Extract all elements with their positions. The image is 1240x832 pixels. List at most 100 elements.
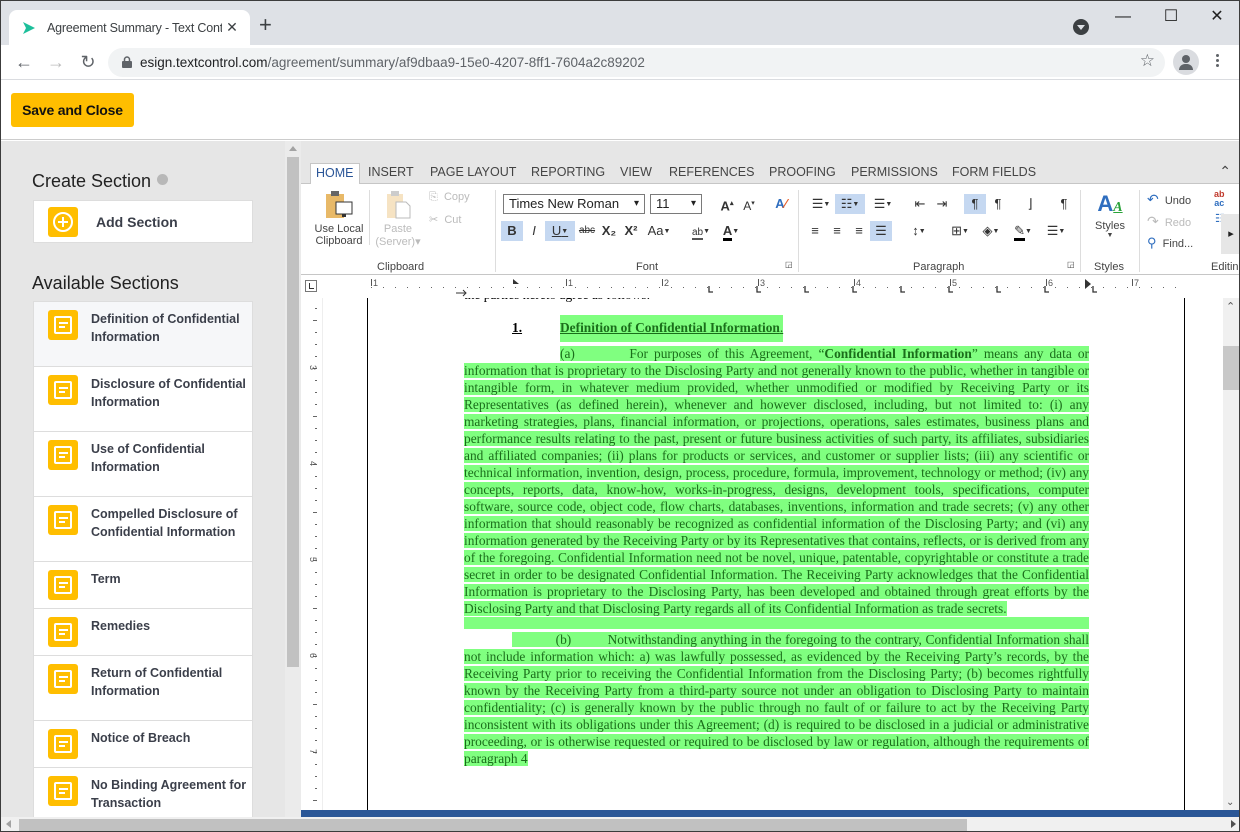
tab-page-layout[interactable]: PAGE LAYOUT xyxy=(425,163,521,184)
scroll-down-icon[interactable]: ⌄ xyxy=(1226,797,1234,808)
cut-button[interactable]: ✂ Cut xyxy=(429,213,461,226)
url-text[interactable]: esign.textcontrol.com/agreement/summary/… xyxy=(140,55,645,70)
scroll-up-icon[interactable]: ⌃ xyxy=(1226,300,1235,313)
section-item[interactable]: Return of Confidential Information xyxy=(33,656,253,721)
highlight-color-button[interactable]: ab▼ xyxy=(687,221,715,241)
profile-avatar-icon[interactable] xyxy=(1173,49,1199,75)
back-button[interactable]: ← xyxy=(13,51,35,73)
paragraph-dialog-launcher-icon[interactable]: ◲ xyxy=(1067,260,1075,269)
styles-button[interactable]: AA Styles ▼ xyxy=(1088,192,1132,240)
clear-formatting-button[interactable]: A⁄ xyxy=(770,194,792,214)
page-break-button[interactable]: ⌋ xyxy=(1019,194,1041,214)
shading-button[interactable]: ◈▼ xyxy=(977,221,1005,241)
browser-tab[interactable]: Agreement Summary - Text Control ✕ xyxy=(9,10,250,45)
line-spacing-button[interactable]: ↕▼ xyxy=(905,221,933,241)
browser-window: Agreement Summary - Text Control ✕ + — ☐… xyxy=(0,0,1240,832)
scroll-up-arrow-icon[interactable] xyxy=(289,146,297,151)
sidebar-scrollbar[interactable] xyxy=(285,141,301,817)
numbering-button[interactable]: ☷▼ xyxy=(835,194,865,214)
document-scroll-thumb[interactable] xyxy=(1223,346,1239,390)
scroll-right-icon[interactable] xyxy=(1231,820,1236,828)
sidebar-scroll-thumb[interactable] xyxy=(287,157,299,667)
use-local-clipboard-button[interactable]: Use Local Clipboard xyxy=(311,190,367,247)
collapse-ribbon-icon[interactable]: ⌃ xyxy=(1219,163,1231,180)
section-item[interactable]: No Binding Agreement for Transaction xyxy=(33,768,253,817)
align-left-button[interactable]: ≡ xyxy=(804,221,826,241)
info-icon[interactable] xyxy=(157,174,169,185)
browser-menu-icon[interactable] xyxy=(1213,52,1221,72)
save-and-close-button[interactable]: Save and Close xyxy=(11,93,134,127)
section-item[interactable]: Term xyxy=(33,562,253,609)
ribbon-scroll-right-icon[interactable]: ▸ xyxy=(1221,214,1239,254)
undo-button[interactable]: ↶ Undo xyxy=(1147,191,1191,208)
rtl-button[interactable]: ¶ xyxy=(987,194,1009,214)
border-width-button[interactable]: ☰▼ xyxy=(1042,221,1070,241)
shrink-font-button[interactable]: A▾ xyxy=(738,194,760,214)
section-item[interactable]: Notice of Breach xyxy=(33,721,253,768)
grow-font-button[interactable]: A▴ xyxy=(716,194,738,214)
border-color-button[interactable]: ✎▼ xyxy=(1009,221,1037,241)
tab-permissions[interactable]: PERMISSIONS xyxy=(846,163,943,184)
tab-reporting[interactable]: REPORTING xyxy=(526,163,610,184)
decrease-indent-button[interactable]: ⇤ xyxy=(909,194,931,214)
multilevel-list-button[interactable]: ☰▼ xyxy=(869,194,897,214)
tab-form-fields[interactable]: FORM FIELDS xyxy=(947,163,1041,184)
horizontal-scroll-thumb[interactable] xyxy=(19,819,967,831)
font-color-button[interactable]: A▼ xyxy=(717,221,745,241)
forward-button[interactable]: → xyxy=(45,51,67,73)
ruler-number: 4 xyxy=(856,278,861,288)
change-case-button[interactable]: Aa▼ xyxy=(644,221,674,241)
scroll-left-icon[interactable] xyxy=(6,820,11,828)
copy-button[interactable]: ⎘ Copy xyxy=(429,191,470,204)
bookmark-star-icon[interactable]: ☆ xyxy=(1140,51,1155,71)
underline-button[interactable]: U▼ xyxy=(545,221,575,241)
font-family-select[interactable]: Times New Roman ▾ xyxy=(503,194,645,214)
page-horizontal-scrollbar[interactable] xyxy=(1,817,1239,831)
maximize-button[interactable]: ☐ xyxy=(1161,7,1181,27)
section-item[interactable]: Compelled Disclosure of Confidential Inf… xyxy=(33,497,253,562)
section-item[interactable]: Definition of Confidential Information xyxy=(33,301,253,367)
para-a-body: ” means any data or information that is … xyxy=(464,346,1089,616)
document-canvas[interactable]: the parties hereto agree as follows: 1. … xyxy=(323,298,1223,810)
minimize-button[interactable]: — xyxy=(1113,7,1133,27)
horizontal-ruler[interactable]: 1 1 2 3 4 5 6 7 xyxy=(301,276,1239,298)
document-vertical-scrollbar[interactable]: ⌃ ⌄ xyxy=(1223,298,1239,810)
tab-proofing[interactable]: PROOFING xyxy=(764,163,841,184)
tab-references[interactable]: REFERENCES xyxy=(664,163,759,184)
paste-server-button[interactable]: Paste (Server)▾ xyxy=(373,190,423,248)
borders-button[interactable]: ⊞▼ xyxy=(946,221,974,241)
increase-indent-button[interactable]: ⇥ xyxy=(931,194,953,214)
redo-button[interactable]: ↷ Redo xyxy=(1147,213,1191,230)
bold-button[interactable]: B xyxy=(501,221,523,241)
section-item[interactable]: Use of Confidential Information xyxy=(33,432,253,497)
address-bar[interactable]: esign.textcontrol.com/agreement/summary/… xyxy=(108,48,1165,77)
ruler-inch-mark xyxy=(371,279,372,286)
subscript-button[interactable]: X₂ xyxy=(598,221,620,241)
find-button[interactable]: ⚲ Find... xyxy=(1147,235,1193,251)
tab-home[interactable]: HOME xyxy=(310,163,360,185)
add-section-button[interactable]: Add Section xyxy=(33,200,253,243)
tab-close-icon[interactable]: ✕ xyxy=(222,19,242,36)
ruler-tick xyxy=(791,287,792,288)
close-window-button[interactable]: ✕ xyxy=(1207,7,1227,27)
bullets-button[interactable]: ☰▼ xyxy=(807,194,835,214)
justify-button[interactable]: ☰ xyxy=(870,221,892,241)
ltr-button[interactable]: ¶ xyxy=(964,194,986,214)
section-item[interactable]: Remedies xyxy=(33,609,253,656)
tab-search-icon[interactable] xyxy=(1073,19,1089,35)
section-item[interactable]: Disclosure of Confidential Information xyxy=(33,367,253,432)
show-marks-button[interactable]: ¶ xyxy=(1053,194,1075,214)
italic-button[interactable]: I xyxy=(523,221,545,241)
strikethrough-button[interactable]: abc xyxy=(576,221,598,241)
reload-button[interactable]: ↻ xyxy=(77,51,99,73)
superscript-button[interactable]: X² xyxy=(620,221,642,241)
tab-insert[interactable]: INSERT xyxy=(363,163,419,184)
align-center-button[interactable]: ≡ xyxy=(826,221,848,241)
font-size-select[interactable]: 11 ▾ xyxy=(650,194,702,214)
replace-button[interactable]: ab ac xyxy=(1214,190,1225,208)
new-tab-button[interactable]: + xyxy=(259,14,272,36)
tab-view[interactable]: VIEW xyxy=(615,163,657,184)
align-right-button[interactable]: ≡ xyxy=(848,221,870,241)
font-dialog-launcher-icon[interactable]: ◲ xyxy=(785,260,793,269)
document-body[interactable]: the parties hereto agree as follows: 1. … xyxy=(464,298,1089,767)
